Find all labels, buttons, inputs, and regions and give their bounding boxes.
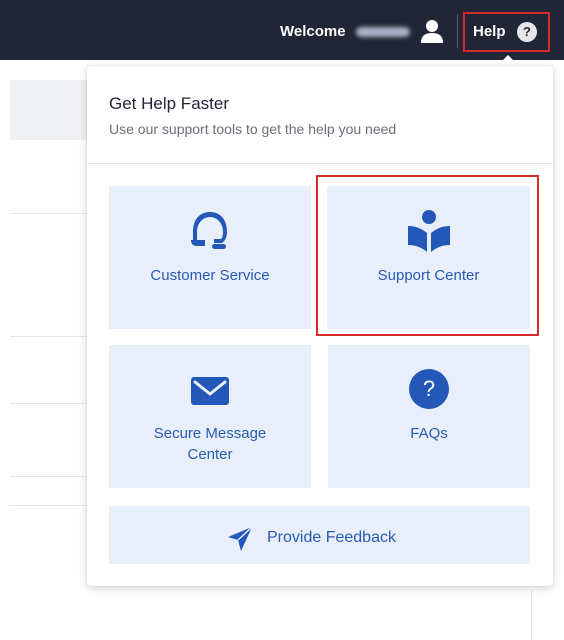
background-divider [10,505,88,506]
question-circle-icon: ? [409,369,449,409]
background-divider [10,476,88,477]
nav-divider [457,14,458,48]
dropdown-subtitle: Use our support tools to get the help yo… [109,121,397,137]
help-dropdown: Get Help Faster Use our support tools to… [87,66,553,586]
secure-message-center-label: Secure Message Center [153,425,267,463]
background-divider [10,403,88,404]
paper-plane-icon [228,526,253,551]
background-divider [531,590,532,640]
background-divider [10,213,88,214]
provide-feedback-label: Provide Feedback [267,529,396,546]
envelope-icon [191,377,229,405]
secure-message-center-tile[interactable]: Secure Message Center [109,345,311,488]
background-divider [10,336,88,337]
user-icon[interactable] [420,18,444,44]
faqs-label: FAQs [410,425,448,442]
faqs-tile[interactable]: ? FAQs [328,345,530,488]
customer-service-tile[interactable]: Customer Service [109,186,311,329]
help-button[interactable]: Help ? [463,12,550,52]
help-label: Help [473,23,506,40]
dropdown-caret [497,55,519,66]
background-panel [10,80,88,140]
customer-service-label: Customer Service [150,267,270,284]
top-nav-bar: Welcome Help ? [0,0,564,60]
support-center-label: Support Center [377,267,480,284]
headset-icon [191,212,227,249]
question-circle-icon: ? [517,22,537,42]
dropdown-title: Get Help Faster [109,94,229,113]
provide-feedback-button[interactable]: Provide Feedback [109,506,530,564]
username-redacted [356,27,410,37]
reader-book-icon [407,210,450,252]
dropdown-divider [87,163,553,164]
support-center-tile[interactable]: Support Center [327,186,530,329]
welcome-label: Welcome [280,23,346,40]
